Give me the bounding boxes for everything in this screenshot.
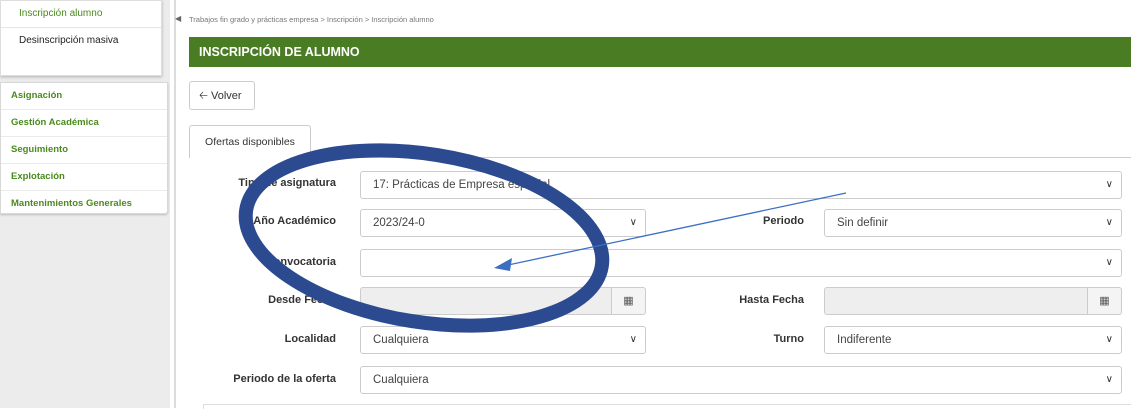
sidebar: Inscripción alumno Desinscripción masiva…: [0, 0, 170, 408]
submenu-item-desinscripcion-masiva[interactable]: Desinscripción masiva: [1, 27, 161, 54]
submenu-item-inscripcion-alumno[interactable]: Inscripción alumno: [1, 1, 161, 27]
label-turno: Turno: [773, 333, 804, 345]
label-convocatoria: Convocatoria: [265, 256, 336, 268]
chevron-down-icon: ∨: [1105, 217, 1113, 228]
input-desde-fecha[interactable]: [360, 287, 612, 315]
label-tipo-asignatura: Tipo de asignatura: [238, 177, 336, 189]
menu-item-gestion-academica[interactable]: Gestión Académica: [1, 110, 167, 137]
tab-divider: [311, 157, 1131, 158]
breadcrumb: Trabajos fin grado y prácticas empresa >…: [189, 15, 434, 24]
menu-item-mantenimientos-generales[interactable]: Mantenimientos Generales: [1, 191, 167, 217]
select-periodo-value: Sin definir: [837, 217, 889, 229]
select-tipo-asignatura[interactable]: 17: Prácticas de Empresa especial ∨: [360, 171, 1122, 199]
select-localidad[interactable]: Cualquiera ∨: [360, 326, 646, 354]
results-panel: [203, 404, 1131, 409]
input-hasta-fecha[interactable]: [824, 287, 1088, 315]
sidebar-divider: [174, 0, 176, 408]
label-localidad: Localidad: [284, 333, 336, 345]
back-button[interactable]: 🡠 Volver: [189, 81, 255, 110]
label-hasta-fecha: Hasta Fecha: [739, 294, 804, 306]
menu-item-asignacion[interactable]: Asignación: [1, 83, 167, 110]
menu-item-explotacion[interactable]: Explotación: [1, 164, 167, 191]
select-periodo[interactable]: Sin definir ∨: [824, 209, 1122, 237]
select-periodo-oferta[interactable]: Cualquiera ∨: [360, 366, 1122, 394]
chevron-down-icon: ∨: [1105, 374, 1113, 385]
select-turno-value: Indiferente: [837, 334, 892, 346]
select-localidad-value: Cualquiera: [373, 334, 429, 346]
calendar-icon[interactable]: ▦: [1088, 287, 1122, 315]
select-convocatoria[interactable]: ∨: [360, 249, 1122, 277]
select-anio-academico-value: 2023/24-0: [373, 217, 425, 229]
select-turno[interactable]: Indiferente ∨: [824, 326, 1122, 354]
menu-item-seguimiento[interactable]: Seguimiento: [1, 137, 167, 164]
label-periodo-oferta: Periodo de la oferta: [233, 373, 336, 385]
chevron-down-icon: ∨: [1105, 179, 1113, 190]
chevron-down-icon: ∨: [1105, 257, 1113, 268]
chevron-down-icon: ∨: [629, 217, 637, 228]
label-periodo: Periodo: [763, 215, 804, 227]
select-anio-academico[interactable]: 2023/24-0 ∨: [360, 209, 646, 237]
label-desde-fecha: Desde Fecha: [268, 294, 336, 306]
page-title: INSCRIPCIÓN DE ALUMNO: [189, 37, 1131, 67]
chevron-down-icon: ∨: [1105, 334, 1113, 345]
select-periodo-oferta-value: Cualquiera: [373, 374, 429, 386]
select-tipo-asignatura-value: 17: Prácticas de Empresa especial: [373, 179, 551, 191]
caret-left-icon[interactable]: ◀: [175, 12, 182, 26]
submenu: Inscripción alumno Desinscripción masiva: [0, 0, 162, 76]
annotation-ellipse: [238, 143, 610, 333]
main-menu: Asignación Gestión Académica Seguimiento…: [0, 82, 168, 214]
chevron-down-icon: ∨: [629, 334, 637, 345]
calendar-icon[interactable]: ▦: [612, 287, 646, 315]
arrow-left-icon: 🡠: [199, 90, 208, 102]
label-anio-academico: Año Académico: [253, 215, 336, 227]
tab-ofertas-disponibles[interactable]: Ofertas disponibles: [189, 125, 311, 158]
back-button-label: Volver: [210, 90, 242, 102]
